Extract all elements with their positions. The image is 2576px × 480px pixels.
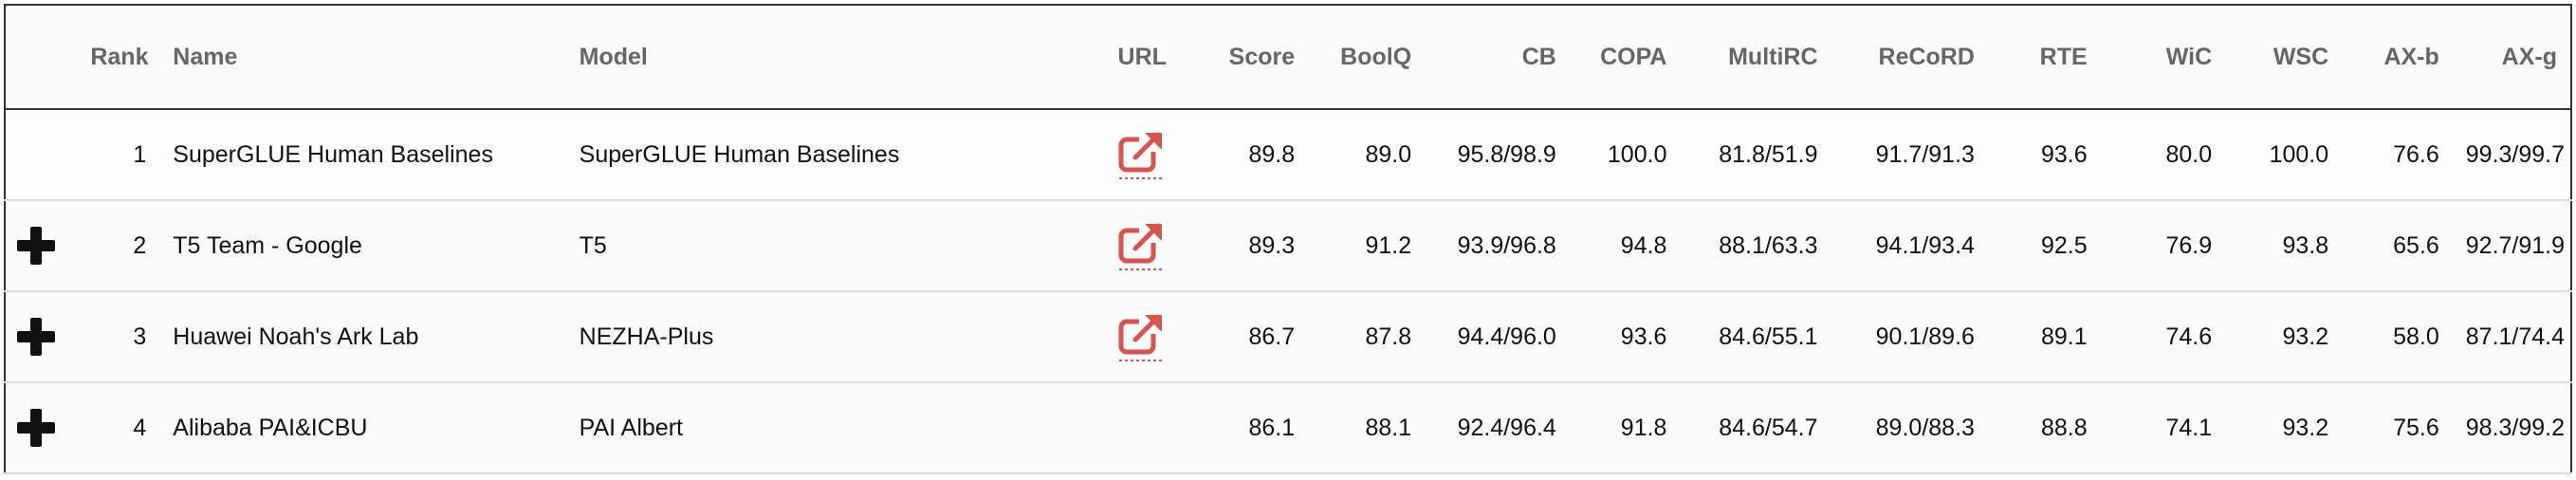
boolq-cell: 88.1 (1308, 382, 1426, 474)
record-header[interactable]: ReCoRD (1831, 5, 1988, 110)
wic-cell: 74.6 (2100, 291, 2226, 383)
axb-cell: 75.6 (2342, 382, 2453, 474)
copa-cell: 94.8 (1569, 200, 1681, 292)
boolq-cell: 89.0 (1308, 109, 1426, 201)
boolq-cell: 91.2 (1308, 200, 1426, 292)
external-link-icon[interactable] (1118, 128, 1166, 181)
wic-cell: 80.0 (2100, 109, 2226, 201)
copa-cell: 91.8 (1569, 382, 1681, 474)
multirc-cell: 81.8/51.9 (1680, 109, 1831, 201)
multirc-cell: 88.1/63.3 (1680, 200, 1831, 292)
axg-cell: 92.7/91.9 (2452, 200, 2571, 292)
name-cell: SuperGLUE Human Baselines (159, 109, 566, 201)
rank-header[interactable]: Rank (77, 5, 160, 110)
wic-cell: 74.1 (2100, 382, 2226, 474)
copa-cell: 93.6 (1569, 291, 1681, 383)
wsc-cell: 93.2 (2225, 382, 2343, 474)
rte-cell: 92.5 (1987, 200, 2101, 292)
wsc-cell: 93.8 (2225, 200, 2343, 292)
cb-cell: 92.4/96.4 (1425, 382, 1570, 474)
score-header[interactable]: Score (1197, 5, 1309, 110)
rank-cell: 4 (77, 382, 160, 474)
wic-cell: 76.9 (2100, 200, 2226, 292)
copa-header[interactable]: COPA (1569, 5, 1681, 110)
url-header: URL (1086, 5, 1198, 110)
axb-cell: 76.6 (2342, 109, 2453, 201)
copa-cell: 100.0 (1569, 109, 1681, 201)
plus-icon[interactable] (17, 318, 55, 356)
expand-cell (5, 109, 78, 201)
axg-cell: 87.1/74.4 (2452, 291, 2571, 383)
leaderboard-table: Rank Name Model URL Score BoolQ CB COPA … (4, 4, 2572, 474)
rank-cell: 1 (77, 109, 160, 201)
external-link-icon[interactable] (1118, 310, 1166, 363)
expand-cell (5, 291, 78, 383)
header-row: Rank Name Model URL Score BoolQ CB COPA … (5, 5, 2571, 110)
plus-icon[interactable] (17, 227, 55, 265)
url-cell (1086, 200, 1198, 292)
axb-header[interactable]: AX-b (2342, 5, 2453, 110)
rank-cell: 2 (77, 200, 160, 292)
rte-cell: 89.1 (1987, 291, 2101, 383)
score-cell: 86.7 (1197, 291, 1309, 383)
leaderboard: Rank Name Model URL Score BoolQ CB COPA … (0, 0, 2576, 480)
rte-header[interactable]: RTE (1987, 5, 2101, 110)
model-cell: T5 (565, 200, 1087, 292)
url-cell (1086, 291, 1198, 383)
multirc-header[interactable]: MultiRC (1680, 5, 1831, 110)
url-cell (1086, 109, 1198, 201)
wic-header[interactable]: WiC (2100, 5, 2226, 110)
model-header[interactable]: Model (565, 5, 1087, 110)
wsc-header[interactable]: WSC (2225, 5, 2343, 110)
axg-header[interactable]: AX-g (2452, 5, 2571, 110)
model-cell: NEZHA-Plus (565, 291, 1087, 383)
boolq-cell: 87.8 (1308, 291, 1426, 383)
cb-cell: 94.4/96.0 (1425, 291, 1570, 383)
multirc-cell: 84.6/55.1 (1680, 291, 1831, 383)
model-cell: SuperGLUE Human Baselines (565, 109, 1087, 201)
url-cell (1086, 382, 1198, 474)
model-cell: PAI Albert (565, 382, 1087, 474)
score-cell: 86.1 (1197, 382, 1309, 474)
wsc-cell: 93.2 (2225, 291, 2343, 383)
table-row: 1 SuperGLUE Human Baselines SuperGLUE Hu… (5, 109, 2571, 201)
rank-cell: 3 (77, 291, 160, 383)
expand-header (5, 5, 78, 110)
cb-cell: 93.9/96.8 (1425, 200, 1570, 292)
score-cell: 89.8 (1197, 109, 1309, 201)
table-row: 3 Huawei Noah's Ark Lab NEZHA-Plus 86.7 … (5, 291, 2571, 383)
score-cell: 89.3 (1197, 200, 1309, 292)
table-row: 2 T5 Team - Google T5 89.3 91.2 93.9/96.… (5, 200, 2571, 292)
expand-cell (5, 382, 78, 474)
record-cell: 90.1/89.6 (1831, 291, 1988, 383)
plus-icon[interactable] (17, 409, 55, 447)
name-header[interactable]: Name (159, 5, 566, 110)
cb-header[interactable]: CB (1425, 5, 1570, 110)
rte-cell: 93.6 (1987, 109, 2101, 201)
record-cell: 91.7/91.3 (1831, 109, 1988, 201)
axg-cell: 99.3/99.7 (2452, 109, 2571, 201)
multirc-cell: 84.6/54.7 (1680, 382, 1831, 474)
wsc-cell: 100.0 (2225, 109, 2343, 201)
record-cell: 89.0/88.3 (1831, 382, 1988, 474)
record-cell: 94.1/93.4 (1831, 200, 1988, 292)
axg-cell: 98.3/99.2 (2452, 382, 2571, 474)
rte-cell: 88.8 (1987, 382, 2101, 474)
expand-cell (5, 200, 78, 292)
name-cell: Alibaba PAI&ICBU (159, 382, 566, 474)
boolq-header[interactable]: BoolQ (1308, 5, 1426, 110)
axb-cell: 58.0 (2342, 291, 2453, 383)
cb-cell: 95.8/98.9 (1425, 109, 1570, 201)
table-row: 4 Alibaba PAI&ICBU PAI Albert 86.1 88.1 … (5, 382, 2571, 474)
name-cell: Huawei Noah's Ark Lab (159, 291, 566, 383)
name-cell: T5 Team - Google (159, 200, 566, 292)
external-link-icon[interactable] (1118, 219, 1166, 272)
axb-cell: 65.6 (2342, 200, 2453, 292)
